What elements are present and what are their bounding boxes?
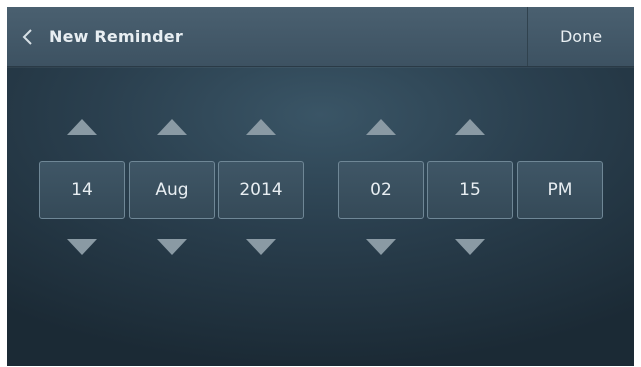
- back-button[interactable]: New Reminder: [15, 7, 183, 66]
- minute-field[interactable]: 15: [427, 161, 513, 219]
- minute-decrement-button[interactable]: [427, 237, 513, 261]
- period-field[interactable]: PM: [517, 161, 603, 219]
- day-field[interactable]: 14: [39, 161, 125, 219]
- page-title: New Reminder: [49, 27, 183, 46]
- triangle-up-icon: [245, 118, 277, 140]
- triangle-down-icon: [454, 238, 486, 260]
- triangle-down-icon: [66, 238, 98, 260]
- month-increment-button[interactable]: [129, 117, 215, 141]
- year-field[interactable]: 2014: [218, 161, 304, 219]
- minute-increment-button[interactable]: [427, 117, 513, 141]
- day-decrement-button[interactable]: [39, 237, 125, 261]
- year-decrement-button[interactable]: [218, 237, 304, 261]
- done-button[interactable]: Done: [527, 7, 634, 66]
- triangle-up-icon: [66, 118, 98, 140]
- day-increment-button[interactable]: [39, 117, 125, 141]
- triangle-down-icon: [245, 238, 277, 260]
- hour-field[interactable]: 02: [338, 161, 424, 219]
- header-bar: New Reminder Done: [7, 7, 634, 67]
- triangle-down-icon: [365, 238, 397, 260]
- year-increment-button[interactable]: [218, 117, 304, 141]
- month-field[interactable]: Aug: [129, 161, 215, 219]
- chevron-left-icon: [15, 7, 39, 66]
- triangle-up-icon: [365, 118, 397, 140]
- reminder-screen: New Reminder Done 14 Aug 2014 02 15 PM: [7, 7, 634, 366]
- triangle-up-icon: [454, 118, 486, 140]
- triangle-down-icon: [156, 238, 188, 260]
- hour-increment-button[interactable]: [338, 117, 424, 141]
- triangle-up-icon: [156, 118, 188, 140]
- month-decrement-button[interactable]: [129, 237, 215, 261]
- hour-decrement-button[interactable]: [338, 237, 424, 261]
